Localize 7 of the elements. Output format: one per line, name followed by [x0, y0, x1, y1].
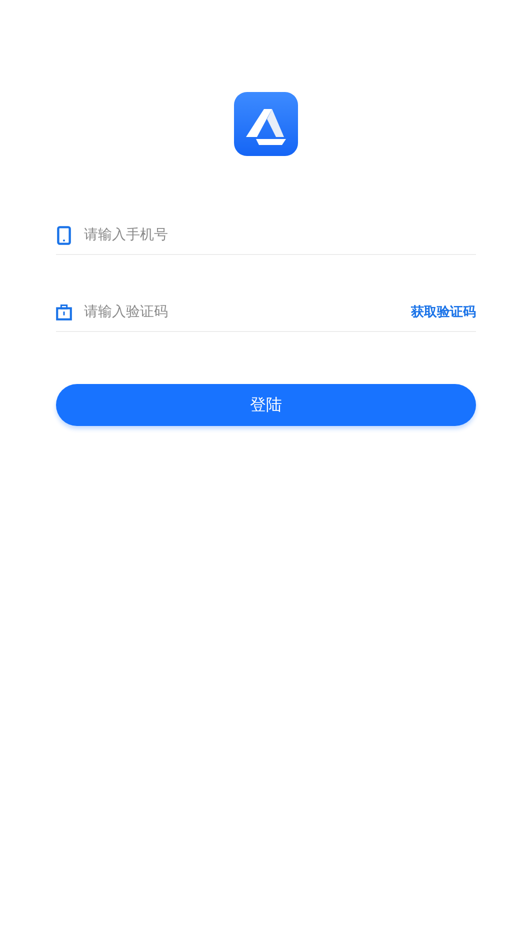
phone-field[interactable]: 请输入手机号 — [84, 227, 476, 243]
phone-icon — [57, 226, 71, 244]
app-logo — [234, 92, 298, 156]
lock-icon — [56, 304, 72, 320]
get-code-link[interactable]: 获取验证码 — [411, 303, 476, 321]
login-button[interactable]: 登陆 — [56, 384, 476, 426]
code-field[interactable]: 请输入验证码 — [84, 304, 399, 320]
